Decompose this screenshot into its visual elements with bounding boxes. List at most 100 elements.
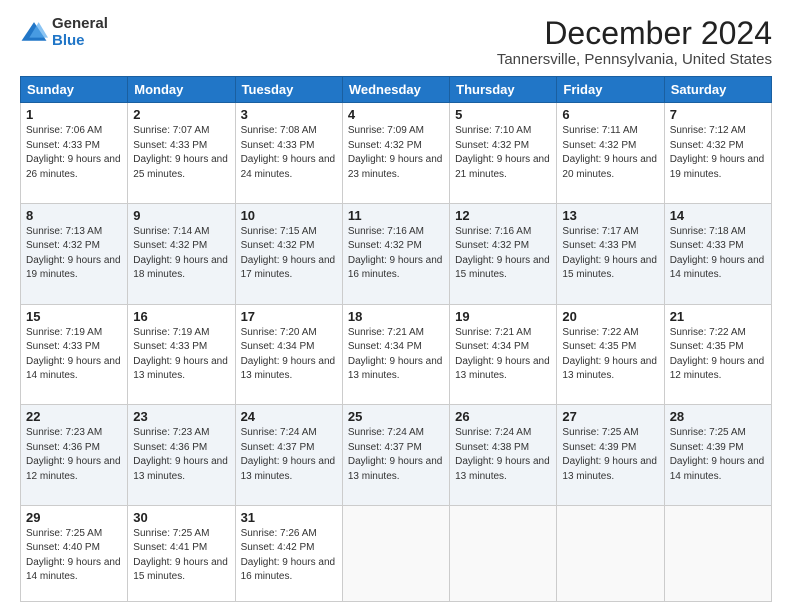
day-info: Sunrise: 7:24 AM Sunset: 4:38 PM Dayligh…	[455, 427, 550, 482]
day-number: 20	[562, 309, 658, 324]
calendar-cell: 20 Sunrise: 7:22 AM Sunset: 4:35 PM Dayl…	[557, 304, 664, 405]
day-info: Sunrise: 7:11 AM Sunset: 4:32 PM Dayligh…	[562, 125, 657, 180]
calendar-cell: 11 Sunrise: 7:16 AM Sunset: 4:32 PM Dayl…	[342, 203, 449, 304]
calendar-cell: 26 Sunrise: 7:24 AM Sunset: 4:38 PM Dayl…	[450, 405, 557, 506]
col-header-thursday: Thursday	[450, 77, 557, 103]
calendar-cell: 13 Sunrise: 7:17 AM Sunset: 4:33 PM Dayl…	[557, 203, 664, 304]
calendar-cell: 4 Sunrise: 7:09 AM Sunset: 4:32 PM Dayli…	[342, 103, 449, 204]
day-number: 30	[133, 510, 229, 525]
day-info: Sunrise: 7:07 AM Sunset: 4:33 PM Dayligh…	[133, 125, 228, 180]
day-number: 29	[26, 510, 122, 525]
day-info: Sunrise: 7:13 AM Sunset: 4:32 PM Dayligh…	[26, 226, 121, 281]
day-info: Sunrise: 7:15 AM Sunset: 4:32 PM Dayligh…	[241, 226, 336, 281]
day-number: 4	[348, 107, 444, 122]
day-info: Sunrise: 7:24 AM Sunset: 4:37 PM Dayligh…	[241, 427, 336, 482]
day-info: Sunrise: 7:22 AM Sunset: 4:35 PM Dayligh…	[670, 327, 765, 382]
day-info: Sunrise: 7:21 AM Sunset: 4:34 PM Dayligh…	[455, 327, 550, 382]
day-number: 8	[26, 208, 122, 223]
calendar-cell	[450, 505, 557, 601]
day-info: Sunrise: 7:18 AM Sunset: 4:33 PM Dayligh…	[670, 226, 765, 281]
calendar-cell: 23 Sunrise: 7:23 AM Sunset: 4:36 PM Dayl…	[128, 405, 235, 506]
main-title: December 2024	[497, 16, 772, 51]
calendar-cell: 17 Sunrise: 7:20 AM Sunset: 4:34 PM Dayl…	[235, 304, 342, 405]
calendar-cell: 22 Sunrise: 7:23 AM Sunset: 4:36 PM Dayl…	[21, 405, 128, 506]
calendar-cell: 12 Sunrise: 7:16 AM Sunset: 4:32 PM Dayl…	[450, 203, 557, 304]
col-header-sunday: Sunday	[21, 77, 128, 103]
calendar-cell: 3 Sunrise: 7:08 AM Sunset: 4:33 PM Dayli…	[235, 103, 342, 204]
day-info: Sunrise: 7:24 AM Sunset: 4:37 PM Dayligh…	[348, 427, 443, 482]
day-number: 24	[241, 409, 337, 424]
calendar-cell: 8 Sunrise: 7:13 AM Sunset: 4:32 PM Dayli…	[21, 203, 128, 304]
calendar-cell: 2 Sunrise: 7:07 AM Sunset: 4:33 PM Dayli…	[128, 103, 235, 204]
day-info: Sunrise: 7:25 AM Sunset: 4:39 PM Dayligh…	[670, 427, 765, 482]
day-number: 5	[455, 107, 551, 122]
calendar-cell: 15 Sunrise: 7:19 AM Sunset: 4:33 PM Dayl…	[21, 304, 128, 405]
calendar-cell	[557, 505, 664, 601]
day-number: 18	[348, 309, 444, 324]
day-info: Sunrise: 7:06 AM Sunset: 4:33 PM Dayligh…	[26, 125, 121, 180]
logo-general: General	[52, 16, 108, 33]
calendar-cell: 19 Sunrise: 7:21 AM Sunset: 4:34 PM Dayl…	[450, 304, 557, 405]
day-info: Sunrise: 7:19 AM Sunset: 4:33 PM Dayligh…	[133, 327, 228, 382]
day-number: 25	[348, 409, 444, 424]
calendar-cell: 5 Sunrise: 7:10 AM Sunset: 4:32 PM Dayli…	[450, 103, 557, 204]
day-number: 7	[670, 107, 766, 122]
day-number: 27	[562, 409, 658, 424]
day-number: 1	[26, 107, 122, 122]
header: General Blue December 2024 Tannersville,…	[20, 16, 772, 68]
col-header-saturday: Saturday	[664, 77, 771, 103]
day-info: Sunrise: 7:25 AM Sunset: 4:41 PM Dayligh…	[133, 528, 228, 583]
logo-blue: Blue	[52, 33, 108, 50]
calendar-cell: 14 Sunrise: 7:18 AM Sunset: 4:33 PM Dayl…	[664, 203, 771, 304]
subtitle: Tannersville, Pennsylvania, United State…	[497, 51, 772, 68]
day-info: Sunrise: 7:22 AM Sunset: 4:35 PM Dayligh…	[562, 327, 657, 382]
calendar-cell: 18 Sunrise: 7:21 AM Sunset: 4:34 PM Dayl…	[342, 304, 449, 405]
logo: General Blue	[20, 16, 108, 49]
calendar-cell: 27 Sunrise: 7:25 AM Sunset: 4:39 PM Dayl…	[557, 405, 664, 506]
calendar-cell: 21 Sunrise: 7:22 AM Sunset: 4:35 PM Dayl…	[664, 304, 771, 405]
calendar-cell: 1 Sunrise: 7:06 AM Sunset: 4:33 PM Dayli…	[21, 103, 128, 204]
day-number: 14	[670, 208, 766, 223]
calendar-cell	[664, 505, 771, 601]
day-info: Sunrise: 7:16 AM Sunset: 4:32 PM Dayligh…	[455, 226, 550, 281]
day-number: 11	[348, 208, 444, 223]
col-header-friday: Friday	[557, 77, 664, 103]
day-info: Sunrise: 7:08 AM Sunset: 4:33 PM Dayligh…	[241, 125, 336, 180]
day-number: 13	[562, 208, 658, 223]
day-number: 17	[241, 309, 337, 324]
calendar-cell: 25 Sunrise: 7:24 AM Sunset: 4:37 PM Dayl…	[342, 405, 449, 506]
calendar-cell: 28 Sunrise: 7:25 AM Sunset: 4:39 PM Dayl…	[664, 405, 771, 506]
calendar-cell: 24 Sunrise: 7:24 AM Sunset: 4:37 PM Dayl…	[235, 405, 342, 506]
day-info: Sunrise: 7:26 AM Sunset: 4:42 PM Dayligh…	[241, 528, 336, 583]
day-number: 21	[670, 309, 766, 324]
day-number: 15	[26, 309, 122, 324]
logo-icon	[20, 19, 48, 47]
day-info: Sunrise: 7:16 AM Sunset: 4:32 PM Dayligh…	[348, 226, 443, 281]
day-number: 16	[133, 309, 229, 324]
day-info: Sunrise: 7:23 AM Sunset: 4:36 PM Dayligh…	[26, 427, 121, 482]
calendar-cell: 31 Sunrise: 7:26 AM Sunset: 4:42 PM Dayl…	[235, 505, 342, 601]
day-info: Sunrise: 7:12 AM Sunset: 4:32 PM Dayligh…	[670, 125, 765, 180]
day-info: Sunrise: 7:09 AM Sunset: 4:32 PM Dayligh…	[348, 125, 443, 180]
col-header-monday: Monday	[128, 77, 235, 103]
day-number: 9	[133, 208, 229, 223]
day-number: 28	[670, 409, 766, 424]
calendar-cell: 7 Sunrise: 7:12 AM Sunset: 4:32 PM Dayli…	[664, 103, 771, 204]
day-info: Sunrise: 7:17 AM Sunset: 4:33 PM Dayligh…	[562, 226, 657, 281]
day-number: 6	[562, 107, 658, 122]
day-info: Sunrise: 7:10 AM Sunset: 4:32 PM Dayligh…	[455, 125, 550, 180]
calendar-cell: 29 Sunrise: 7:25 AM Sunset: 4:40 PM Dayl…	[21, 505, 128, 601]
day-info: Sunrise: 7:25 AM Sunset: 4:39 PM Dayligh…	[562, 427, 657, 482]
day-number: 22	[26, 409, 122, 424]
day-number: 3	[241, 107, 337, 122]
day-info: Sunrise: 7:14 AM Sunset: 4:32 PM Dayligh…	[133, 226, 228, 281]
day-number: 12	[455, 208, 551, 223]
calendar-cell: 6 Sunrise: 7:11 AM Sunset: 4:32 PM Dayli…	[557, 103, 664, 204]
col-header-tuesday: Tuesday	[235, 77, 342, 103]
calendar-cell: 30 Sunrise: 7:25 AM Sunset: 4:41 PM Dayl…	[128, 505, 235, 601]
day-number: 19	[455, 309, 551, 324]
calendar-cell: 16 Sunrise: 7:19 AM Sunset: 4:33 PM Dayl…	[128, 304, 235, 405]
day-number: 31	[241, 510, 337, 525]
calendar-cell: 9 Sunrise: 7:14 AM Sunset: 4:32 PM Dayli…	[128, 203, 235, 304]
day-info: Sunrise: 7:25 AM Sunset: 4:40 PM Dayligh…	[26, 528, 121, 583]
